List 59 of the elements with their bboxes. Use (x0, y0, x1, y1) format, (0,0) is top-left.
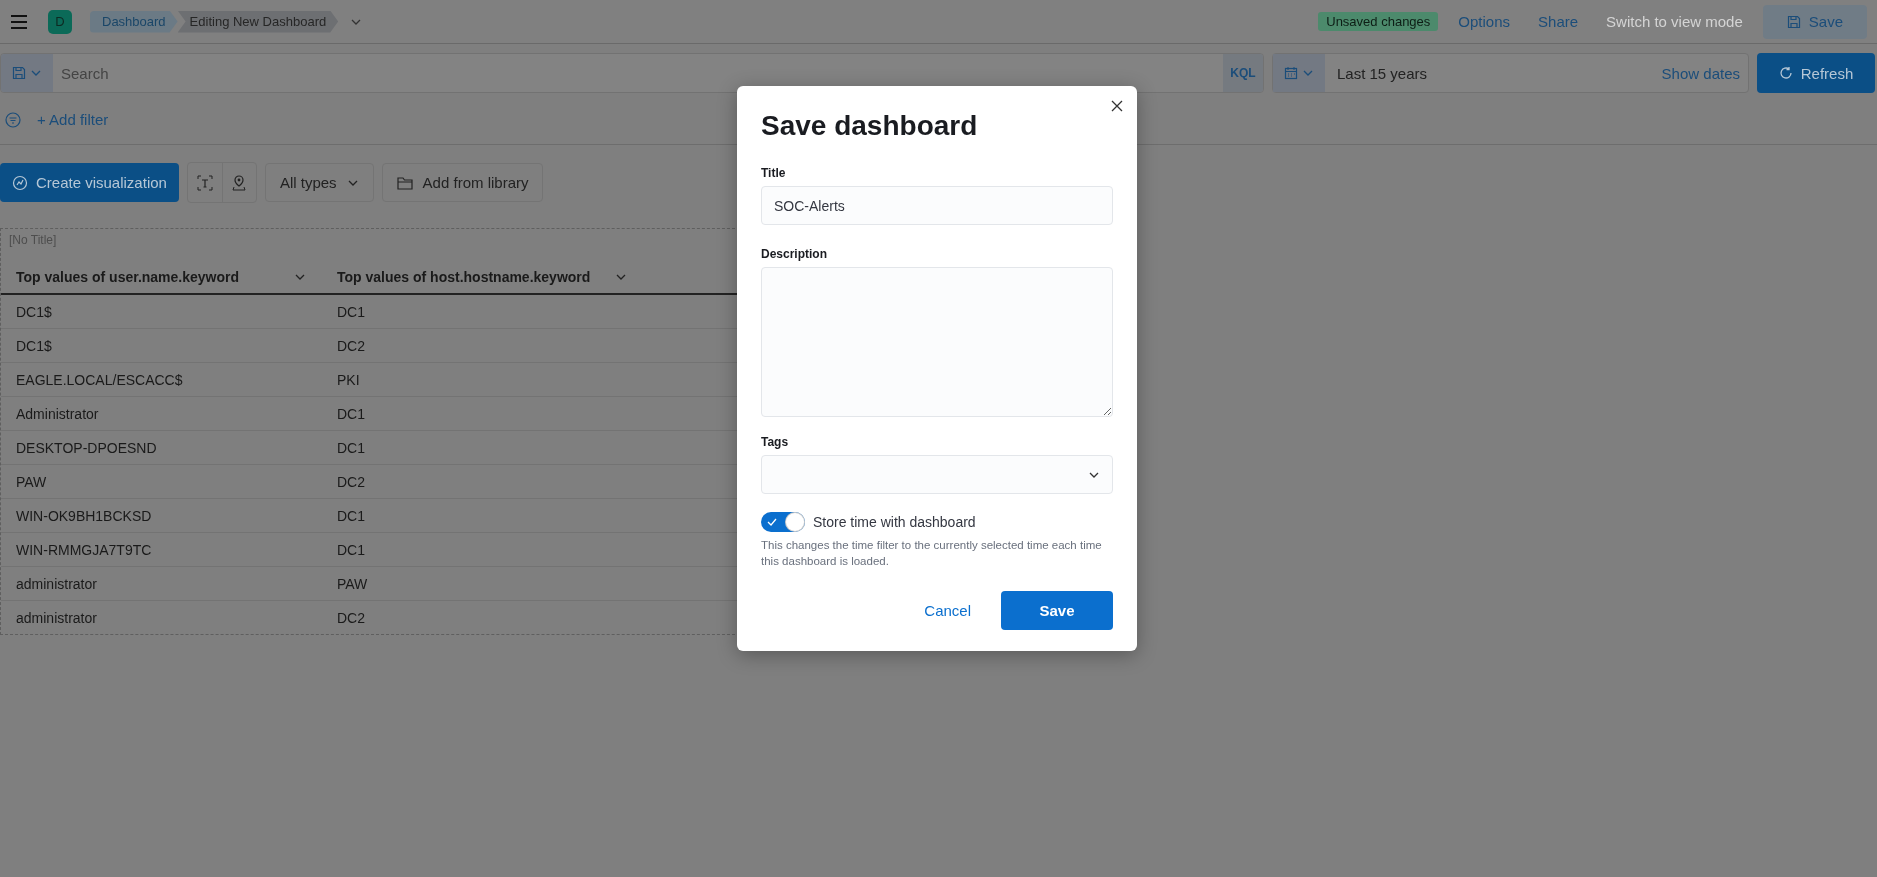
description-input[interactable] (761, 267, 1113, 417)
refresh-icon (1778, 66, 1793, 80)
save-button[interactable]: Save (1001, 591, 1113, 631)
table-cell: administrator (16, 575, 97, 592)
save-icon (12, 66, 26, 80)
header-link[interactable]: Options (1450, 13, 1519, 30)
field-label: Title (761, 166, 787, 180)
save-button[interactable]: Save (1762, 4, 1867, 39)
query-language-button[interactable]: KQL (1223, 54, 1263, 92)
space-avatar[interactable]: D (48, 9, 72, 34)
breadcrumb[interactable]: Editing New Dashboard (177, 10, 339, 33)
column-header[interactable]: Top values of host.hostname.keyword (337, 269, 591, 285)
refresh-button[interactable]: Refresh (1757, 53, 1875, 93)
check-icon (767, 517, 777, 527)
table-cell: DC1 (337, 439, 365, 456)
table-cell: DC1 (337, 405, 365, 422)
table-cell: DESKTOP-DPOESND (16, 439, 157, 456)
time-range: Last 15 years (1336, 64, 1429, 82)
cancel-button[interactable]: Cancel (904, 591, 991, 631)
toggle-switch[interactable] (761, 512, 805, 532)
table-cell: PAW (16, 473, 47, 490)
search-field[interactable]: Search KQL (0, 53, 1264, 93)
table-cell: DC1$ (16, 337, 52, 354)
add-from-library-button[interactable]: Add from library (381, 163, 544, 202)
dialog-title: Save dashboard (761, 110, 979, 142)
column-header[interactable]: Top values of user.name.keyword (16, 269, 240, 285)
table-cell: WIN-RMMGJA7T9TC (16, 541, 152, 558)
table-cell: DC1 (337, 303, 365, 320)
show-dates-link[interactable]: Show dates (1653, 64, 1748, 82)
visualization-icon (12, 174, 28, 191)
title-input[interactable]: SOC-Alerts (761, 186, 1113, 225)
table-cell: WIN-OK9BH1BCKSD (16, 507, 152, 524)
calendar-icon (1284, 66, 1298, 80)
help-text: This changes the time filter to the currently selected time each time this dashboard is loaded. (761, 538, 1103, 569)
table-cell: administrator (16, 609, 97, 626)
table-cell: DC2 (337, 473, 365, 490)
save-icon (1786, 14, 1801, 29)
create-visualization-button[interactable]: Create visualization (0, 163, 179, 202)
toggle-label: Store time with dashboard (813, 514, 976, 530)
field-label: Description (761, 247, 828, 261)
add-filter-link[interactable]: + Add filter (29, 111, 117, 128)
table-cell: DC2 (337, 337, 365, 354)
date-picker[interactable]: Last 15 years Show dates (1272, 53, 1749, 93)
table-cell: EAGLE.LOCAL/ESCACC$ (16, 371, 183, 388)
unsaved-changes-badge: Unsaved changes (1318, 12, 1439, 31)
table-cell: PKI (337, 371, 360, 388)
field-label: Tags (761, 435, 790, 449)
table-cell: DC1 (337, 507, 365, 524)
menu-icon[interactable] (10, 14, 28, 29)
table-cell: DC1 (337, 541, 365, 558)
table-cell: PAW (337, 575, 368, 592)
breadcrumb[interactable]: Dashboard (90, 10, 178, 33)
table-cell: DC1$ (16, 303, 52, 320)
table-cell: DC2 (337, 609, 365, 626)
table-cell: Administrator (16, 405, 99, 422)
types-dropdown[interactable]: All types (264, 163, 374, 202)
header-link[interactable]: Share (1530, 13, 1587, 30)
folder-icon (396, 175, 413, 190)
filter-icon[interactable] (5, 111, 21, 128)
